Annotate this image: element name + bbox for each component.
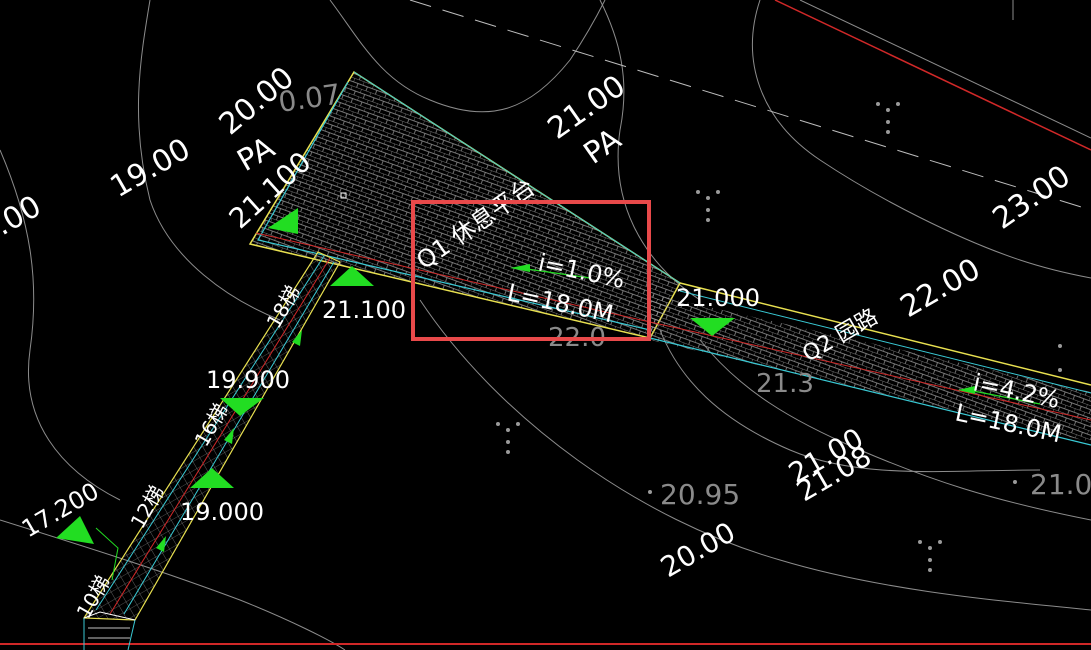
- tree-symbol: [496, 422, 520, 454]
- contour-label: 23.00: [987, 159, 1077, 237]
- contour-line: [752, 0, 1091, 279]
- contour-label: 20.00: [655, 515, 741, 584]
- elevation-label: 19.900: [206, 366, 290, 394]
- contour-label: 19.00: [105, 132, 197, 205]
- tree-symbol: [876, 102, 900, 134]
- contour-label: 22.00: [895, 252, 987, 325]
- stairway[interactable]: [82, 251, 341, 650]
- contour-label: 21.0: [1030, 468, 1091, 501]
- cad-drawing-canvas[interactable]: 20.00 0.07 PA 19.00 .00 21.00 PA 23.00 2…: [0, 0, 1091, 650]
- contour-label: 21.00: [542, 69, 632, 147]
- selection-highlight-box: [411, 200, 651, 341]
- elevation-label: 21.000: [676, 284, 760, 312]
- contour-label: .00: [0, 189, 47, 243]
- tree-symbol: [918, 540, 942, 572]
- tree-symbol: [696, 190, 720, 222]
- elevation-label: 17.200: [17, 477, 104, 543]
- elevation-label: 21.100: [322, 296, 406, 324]
- elevation-label: 19.000: [180, 498, 264, 526]
- contour-label: 21.3: [756, 369, 814, 399]
- spot-elevation-label: 20.95: [660, 478, 740, 511]
